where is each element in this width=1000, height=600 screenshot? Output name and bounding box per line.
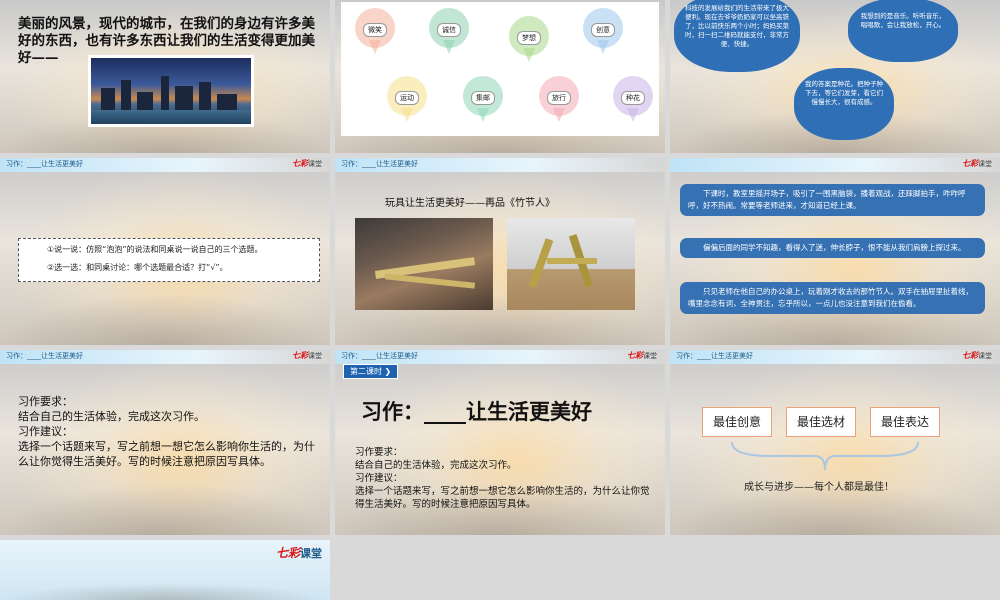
bubble-2: 梦想: [509, 16, 549, 68]
logo: 七彩课堂: [962, 350, 992, 361]
bubble-label: 诚信: [437, 23, 461, 37]
logo: 七彩课堂: [627, 350, 657, 361]
chevron-right-icon: ❯: [384, 367, 392, 376]
logo: 七彩课堂: [962, 158, 992, 169]
slide-thumbnail-4[interactable]: 习作：____让生活更美好 七彩课堂 ①说一说：仿照“泡泡”的说法和同桌说一说自…: [0, 158, 330, 345]
logo-text: 七彩: [962, 351, 978, 360]
excerpt-paragraph-1: 下课时，教室里摇开场子，吸引了一围黑脑袋，播着观战，还踩脚拍手，咋咋呼呼，好不热…: [680, 184, 985, 216]
bubble-label: 旅行: [547, 91, 571, 105]
bubble-7: 种花: [613, 76, 653, 128]
task-line-2: ②选一选：和同桌讨论：哪个选题最合适？打“√”。: [47, 263, 228, 272]
logo-sub: 课堂: [643, 352, 657, 360]
logo: 七彩课堂: [292, 158, 322, 169]
bubble-1: 诚信: [429, 8, 469, 60]
slide-thumbnail-7[interactable]: 习作：____让生活更美好 七彩课堂 习作要求： 结合自己的生活体验，完成这次习…: [0, 350, 330, 535]
slide-thumbnail-2[interactable]: 微笑 诚信 梦想 创意 运动 集邮 旅行 种花: [335, 0, 665, 153]
lesson-title: 习作：____让生活更美好: [361, 400, 592, 424]
logo-sub: 课堂: [978, 160, 992, 168]
logo: 七彩课堂: [276, 544, 322, 561]
slide-thumbnail-9[interactable]: 习作：____让生活更美好 七彩课堂 最佳创意 最佳选材 最佳表达 成长与进步—…: [670, 350, 1000, 535]
bubble-5: 集邮: [463, 76, 503, 128]
header-label: 习作：____让生活更美好: [6, 352, 83, 360]
bubble-label: 梦想: [517, 31, 541, 45]
bubble-0: 微笑: [355, 8, 395, 60]
thought-cloud-2: 我想到的是音乐。听听音乐，唱唱歌，会让我放松，开心。: [848, 0, 958, 62]
logo-sub: 课堂: [308, 352, 322, 360]
writing-instructions: 习作要求： 结合自己的生活体验，完成这次习作。 习作建议： 选择一个话题来写，写…: [18, 394, 318, 469]
header-label: 习作：____让生活更美好: [6, 160, 83, 168]
requirement-title: 习作要求：: [18, 395, 73, 408]
slide-thumbnail-1[interactable]: 美丽的风景，现代的城市，在我们的身边有许多美好的东西，也有许多东西让我们的生活变…: [0, 0, 330, 153]
slide-thumbnail-6[interactable]: 七彩课堂 下课时，教室里摇开场子，吸引了一围黑脑袋，播着观战，还踩脚拍手，咋咋呼…: [670, 158, 1000, 345]
logo-sub: 课堂: [308, 160, 322, 168]
suggestion-title: 习作建议：: [355, 473, 403, 484]
requirement-text: 结合自己的生活体验，完成这次习作。: [18, 410, 205, 423]
slide-header: 习作：____让生活更美好: [335, 158, 665, 172]
bubble-6: 旅行: [539, 76, 579, 128]
requirement-title: 习作要求：: [355, 447, 403, 458]
slide-thumbnail-10[interactable]: 七彩课堂: [0, 540, 330, 600]
task-line-1: ①说一说：仿照“泡泡”的说法和同桌说一说自己的三个选题。: [47, 245, 263, 254]
logo-text: 七彩: [627, 351, 643, 360]
slide-thumbnail-8[interactable]: 习作：____让生活更美好 七彩课堂 第二课时 ❯ 习作：____让生活更美好 …: [335, 350, 665, 535]
writing-instructions: 习作要求： 结合自己的生活体验，完成这次习作。 习作建议： 选择一个话题来写，写…: [355, 446, 655, 511]
award-best-material: 最佳选材: [786, 407, 856, 437]
slide-header: 习作：____让生活更美好 七彩课堂: [0, 350, 330, 364]
suggestion-text: 选择一个话题来写，写之前想一想它怎么影响你生活的，为什么让你觉得生活美好。写的时…: [18, 440, 315, 468]
lesson-badge-label: 第二课时: [350, 367, 382, 376]
lesson-badge: 第二课时 ❯: [343, 364, 399, 379]
logo-text: 七彩: [962, 159, 978, 168]
bubble-3: 创意: [583, 8, 623, 60]
bubble-label: 集邮: [471, 91, 495, 105]
bamboo-figure-photo: [507, 218, 635, 310]
slide-header: 习作：____让生活更美好 七彩课堂: [670, 350, 1000, 364]
brace-icon: [731, 441, 919, 471]
logo-text: 七彩: [292, 351, 308, 360]
excerpt-paragraph-3: 只见老师在他自己的办公桌上，玩着刚才收去的那竹节人。双手在抽屉里扯着线，嘴里念念…: [680, 282, 985, 314]
slide-thumbnail-3[interactable]: 科技的发展给我们的生活带来了极大便利。现在去爷爷奶奶家可以坐高铁了，比以前快乐两…: [670, 0, 1000, 153]
requirement-text: 结合自己的生活体验，完成这次习作。: [355, 460, 517, 471]
slide-title: 玩具让生活更美好——再品《竹节人》: [385, 198, 555, 209]
logo-text: 七彩: [292, 159, 308, 168]
header-label: 习作：____让生活更美好: [676, 352, 753, 360]
slide-thumbnail-5[interactable]: 习作：____让生活更美好 玩具让生活更美好——再品《竹节人》: [335, 158, 665, 345]
growth-caption: 成长与进步——每个人都是最佳！: [744, 482, 894, 493]
award-best-expression: 最佳表达: [870, 407, 940, 437]
slide-header: 习作：____让生活更美好 七彩课堂: [335, 350, 665, 364]
thought-cloud-3: 我的答案是种花。把种子种下去，等它们发芽，看它们慢慢长大，很有成感。: [794, 68, 894, 140]
logo: 七彩课堂: [292, 350, 322, 361]
bubble-label: 运动: [395, 91, 419, 105]
header-label: 习作：____让生活更美好: [341, 160, 418, 168]
logo-text: 七彩: [275, 546, 300, 560]
suggestion-title: 习作建议：: [18, 425, 73, 438]
logo-sub: 课堂: [978, 352, 992, 360]
kids-playing-photo: [355, 218, 493, 310]
slide-header: 七彩课堂: [670, 158, 1000, 172]
suggestion-text: 选择一个话题来写，写之前想一想它怎么影响你生活的，为什么让你觉得生活美好。写的时…: [355, 486, 650, 510]
logo-sub: 课堂: [300, 547, 322, 560]
bubble-label: 种花: [621, 91, 645, 105]
city-photo: [88, 55, 254, 127]
bubble-label: 创意: [591, 23, 615, 37]
bubble-4: 运动: [387, 76, 427, 128]
excerpt-paragraph-2: 偏偏后面的同学不知趣，看得入了迷，伸长脖子，恨不能从我们肩膀上探过来。: [680, 238, 985, 258]
bubble-card: 微笑 诚信 梦想 创意 运动 集邮 旅行 种花: [341, 2, 659, 136]
thought-cloud-1: 科技的发展给我们的生活带来了极大便利。现在去爷爷奶奶家可以坐高铁了，比以前快乐两…: [674, 0, 800, 72]
task-box: ①说一说：仿照“泡泡”的说法和同桌说一说自己的三个选题。 ②选一选：和同桌讨论：…: [18, 238, 320, 282]
slide-header: 习作：____让生活更美好 七彩课堂: [0, 158, 330, 172]
header-label: 习作：____让生活更美好: [341, 352, 418, 360]
bubble-label: 微笑: [363, 23, 387, 37]
award-best-idea: 最佳创意: [702, 407, 772, 437]
